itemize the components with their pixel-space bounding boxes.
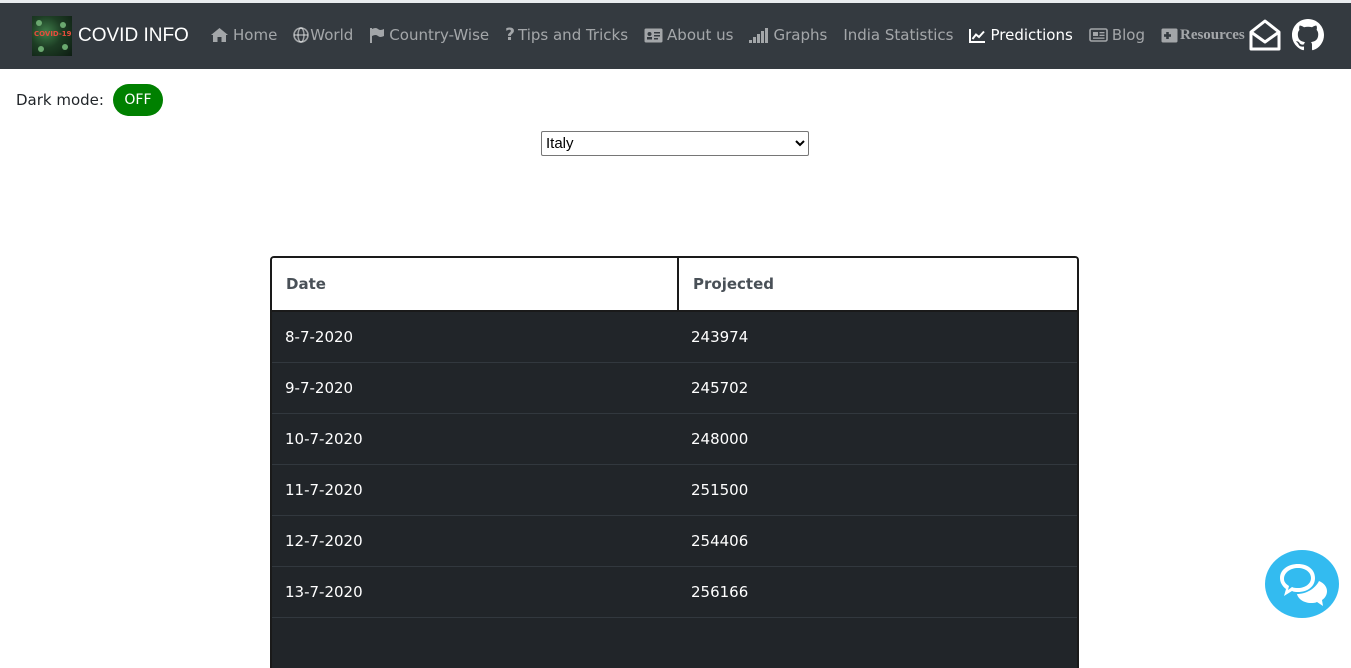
table-row: 12-7-2020 254406: [272, 516, 1077, 567]
brand[interactable]: COVID-19 COVID INFO: [32, 16, 189, 56]
top-navbar: COVID-19 COVID INFO Home World Country-W…: [0, 3, 1351, 69]
cell-projected: 243974: [678, 311, 1077, 363]
nav-item-india-statistics[interactable]: India Statistics: [843, 26, 953, 44]
cell-projected: 248000: [678, 414, 1077, 465]
dark-mode-toggle[interactable]: OFF: [113, 84, 163, 116]
table-row: 8-7-2020 243974: [272, 311, 1077, 363]
nav-item-label: India Statistics: [843, 26, 953, 44]
question-icon: ?: [505, 25, 515, 45]
plus-square-icon: [1161, 28, 1178, 43]
nav-item-label: World: [310, 26, 353, 44]
cell-projected: 256166: [678, 567, 1077, 618]
cell-projected: 251500: [678, 465, 1077, 516]
mail-icon[interactable]: [1248, 18, 1282, 52]
nav-item-graphs[interactable]: Graphs: [749, 26, 827, 44]
cell-projected: 245702: [678, 363, 1077, 414]
cell-date: [272, 618, 678, 668]
signal-bars-icon: [749, 28, 769, 43]
nav-item-about-us[interactable]: About us: [644, 26, 733, 44]
cell-date: 8-7-2020: [272, 311, 678, 363]
chat-bubbles-icon: [1265, 550, 1339, 618]
cell-date: 12-7-2020: [272, 516, 678, 567]
column-header-date[interactable]: Date: [272, 258, 678, 311]
nav-item-blog[interactable]: Blog: [1089, 26, 1145, 44]
table-row: 9-7-2020 245702: [272, 363, 1077, 414]
brand-title[interactable]: COVID INFO: [78, 25, 189, 47]
nav-item-label: Graphs: [773, 26, 827, 44]
column-header-projected[interactable]: Projected: [678, 258, 1077, 311]
country-select[interactable]: Italy: [541, 131, 809, 156]
id-card-icon: [644, 28, 663, 43]
dark-mode-control: Dark mode: OFF: [16, 84, 163, 116]
nav-right-icons: [1248, 18, 1334, 52]
line-chart-icon: [969, 28, 986, 43]
newspaper-icon: [1089, 28, 1108, 42]
nav-item-label: Home: [233, 26, 277, 44]
github-icon[interactable]: [1292, 19, 1324, 51]
cell-date: 13-7-2020: [272, 567, 678, 618]
predictions-table: Date Projected 8-7-2020 243974 9-7-2020 …: [270, 256, 1079, 668]
nav-item-label: Predictions: [990, 26, 1072, 44]
table-row: 11-7-2020 251500: [272, 465, 1077, 516]
table-row: [272, 618, 1077, 668]
nav-item-home[interactable]: Home: [210, 26, 277, 44]
globe-icon: [293, 27, 309, 43]
nav-item-country-wise[interactable]: Country-Wise: [369, 26, 489, 44]
table-header-row: Date Projected: [272, 258, 1077, 311]
nav-item-label: About us: [667, 26, 733, 44]
flag-icon: [369, 27, 385, 43]
home-icon: [210, 27, 229, 43]
nav-item-tips-and-tricks[interactable]: ? Tips and Tricks: [505, 25, 628, 45]
cell-date: 10-7-2020: [272, 414, 678, 465]
nav-item-label: Tips and Tricks: [518, 26, 628, 44]
nav-item-label: Blog: [1112, 26, 1145, 44]
covid-logo: COVID-19: [32, 16, 72, 56]
cell-projected: 254406: [678, 516, 1077, 567]
nav-item-resources[interactable]: Resources: [1161, 27, 1245, 44]
nav-menu: Home World Country-Wise ? Tips and Trick…: [210, 25, 1261, 45]
dark-mode-label: Dark mode:: [16, 91, 104, 109]
nav-item-world[interactable]: World: [293, 26, 353, 44]
cell-date: 9-7-2020: [272, 363, 678, 414]
table-row: 13-7-2020 256166: [272, 567, 1077, 618]
nav-item-predictions[interactable]: Predictions: [969, 26, 1072, 44]
cell-projected: [678, 618, 1077, 668]
nav-item-label: Resources: [1180, 27, 1245, 44]
chat-button[interactable]: [1265, 550, 1339, 618]
nav-item-label: Country-Wise: [389, 26, 489, 44]
table-row: 10-7-2020 248000: [272, 414, 1077, 465]
cell-date: 11-7-2020: [272, 465, 678, 516]
